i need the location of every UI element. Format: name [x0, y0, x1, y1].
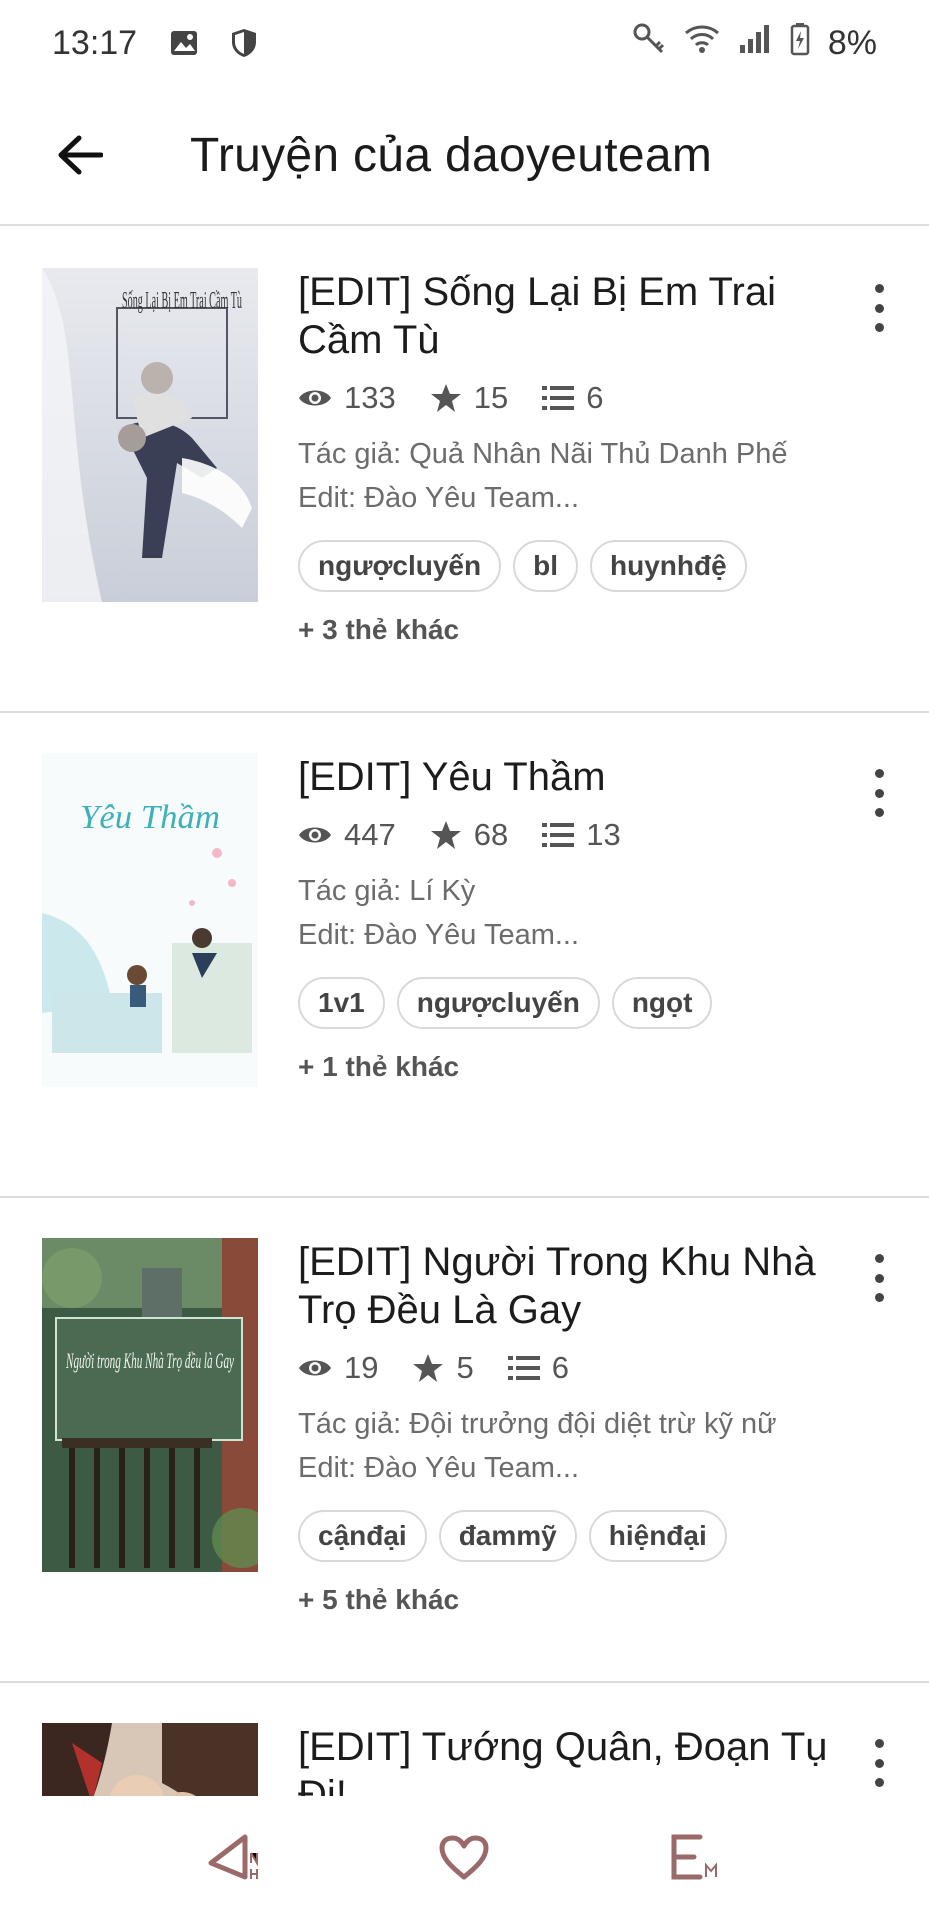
nav-em-button[interactable] [654, 1818, 734, 1898]
story-editor: Edit: Đào Yêu Team... [298, 482, 580, 514]
story-title[interactable]: [EDIT] Sống Lại Bị Em Trai Cầm Tù [298, 268, 828, 364]
tag-chip[interactable]: huynhđệ [589, 540, 747, 592]
status-time: 13:17 [52, 23, 138, 62]
views-count: 447 [344, 817, 396, 852]
eye-icon [299, 1360, 331, 1376]
views-stat: 447 [298, 817, 396, 853]
story-author: Tác giả: Quả Nhân Nãi Thủ Danh Phế [298, 438, 788, 470]
parts-stat: 13 [542, 817, 621, 853]
nav-anh-button[interactable] [195, 1818, 275, 1898]
battery-icon [790, 22, 810, 65]
more-tags[interactable]: + 1 thẻ khác [298, 1051, 828, 1083]
battery-percent: 8% [827, 23, 877, 62]
star-icon [430, 384, 461, 412]
votes-stat: 15 [430, 380, 508, 416]
status-bar: 13:17 8% [0, 0, 929, 86]
story-item[interactable]: Người trong Khu Nhà Trọ đều là Gay [EDIT… [0, 1198, 929, 1683]
parts-count: 6 [586, 380, 604, 415]
views-stat: 133 [298, 380, 396, 416]
story-author: Tác giả: Đội trưởng đội diệt trừ kỹ nữ [298, 1408, 777, 1440]
votes-stat: 68 [430, 817, 508, 853]
parts-count: 13 [586, 817, 621, 852]
story-cover[interactable]: Người trong Khu Nhà Trọ đều là Gay [42, 1238, 258, 1572]
story-info: [EDIT] Sống Lại Bị Em Trai Cầm Tù 133 15… [298, 268, 828, 646]
image-icon [167, 26, 201, 60]
tag-chip[interactable]: bl [513, 540, 578, 592]
more-options-button[interactable] [859, 278, 899, 338]
votes-stat: 5 [412, 1350, 474, 1386]
list-icon [542, 386, 575, 410]
eye-icon [299, 390, 331, 406]
story-info: [EDIT] Yêu Thầm 447 68 13 Tác giả: Lí Kỳ… [298, 753, 828, 1083]
star-icon [413, 1354, 444, 1382]
wifi-icon [684, 23, 720, 64]
tag-list: ngượcluyến bl huynhđệ [298, 540, 828, 592]
story-title[interactable]: [EDIT] Yêu Thầm [298, 753, 828, 801]
cover-text: Người trong Khu Nhà Trọ đều là Gay [65, 1348, 234, 1373]
story-author: Tác giả: Lí Kỳ [298, 875, 476, 907]
story-stats: 447 68 13 [298, 815, 828, 855]
bottom-navigation [0, 1796, 929, 1920]
more-tags[interactable]: + 5 thẻ khác [298, 1584, 828, 1616]
tag-chip[interactable]: cậnđại [298, 1510, 427, 1562]
tag-chip[interactable]: ngượcluyến [298, 540, 502, 592]
star-icon [430, 821, 461, 849]
tag-chip[interactable]: ngọt [611, 977, 713, 1029]
arrow-left-icon [58, 135, 103, 175]
views-stat: 19 [298, 1350, 378, 1386]
list-icon [542, 823, 575, 847]
page-title: Truyện của daoyeuteam [190, 128, 713, 182]
views-count: 19 [344, 1350, 379, 1385]
story-stats: 133 15 6 [298, 378, 828, 418]
votes-count: 5 [456, 1350, 474, 1385]
nav-heart-button[interactable] [424, 1818, 504, 1898]
heart-icon [439, 1835, 489, 1880]
story-item[interactable]: Yêu Thầm [EDIT] Yêu Thầm 447 68 13 Tác g [0, 713, 929, 1198]
more-tags[interactable]: + 3 thẻ khác [298, 614, 828, 646]
story-info: [EDIT] Người Trong Khu Nhà Trọ Đều Là Ga… [298, 1238, 828, 1616]
story-cover[interactable]: Sống Lại Bị Em Trai Cầm Tù [42, 268, 258, 602]
tag-chip[interactable]: ngượcluyến [396, 977, 600, 1029]
story-stats: 19 5 6 [298, 1348, 828, 1388]
parts-stat: 6 [542, 380, 603, 416]
more-options-button[interactable] [859, 1733, 899, 1793]
votes-count: 15 [473, 380, 509, 415]
views-count: 133 [344, 380, 396, 415]
tag-list: cậnđại đammỹ hiệnđại [298, 1510, 828, 1562]
back-button[interactable] [44, 119, 116, 191]
tag-chip[interactable]: đammỹ [438, 1510, 577, 1562]
cover-text: Sống Lại Bị Em Trai Cầm Tù [122, 288, 242, 314]
more-options-button[interactable] [859, 1248, 899, 1308]
more-options-button[interactable] [859, 763, 899, 823]
parts-stat: 6 [507, 1350, 569, 1386]
tag-chip[interactable]: hiệnđại [588, 1510, 727, 1562]
tag-chip[interactable]: 1v1 [298, 977, 385, 1029]
story-editor: Edit: Đào Yêu Team... [298, 919, 580, 951]
signal-icon [738, 23, 772, 64]
story-editor: Edit: Đào Yêu Team... [298, 1452, 580, 1484]
story-cover[interactable]: Yêu Thầm [42, 753, 258, 1087]
story-title[interactable]: [EDIT] Người Trong Khu Nhà Trọ Đều Là Ga… [298, 1238, 828, 1334]
story-list: Sống Lại Bị Em Trai Cầm Tù [EDIT] Sống L… [0, 228, 929, 1883]
shield-icon [227, 26, 261, 60]
app-bar: Truyện của daoyeuteam [0, 86, 929, 226]
cover-text: Yêu Thầm [80, 799, 220, 836]
story-item[interactable]: Sống Lại Bị Em Trai Cầm Tù [EDIT] Sống L… [0, 228, 929, 713]
parts-count: 6 [551, 1350, 569, 1385]
eye-icon [299, 827, 331, 843]
list-icon [507, 1356, 540, 1380]
em-logo-icon [671, 1834, 718, 1880]
key-icon [632, 22, 666, 65]
votes-count: 68 [473, 817, 509, 852]
anh-logo-icon [208, 1834, 258, 1880]
tag-list: 1v1 ngượcluyến ngọt [298, 977, 828, 1029]
